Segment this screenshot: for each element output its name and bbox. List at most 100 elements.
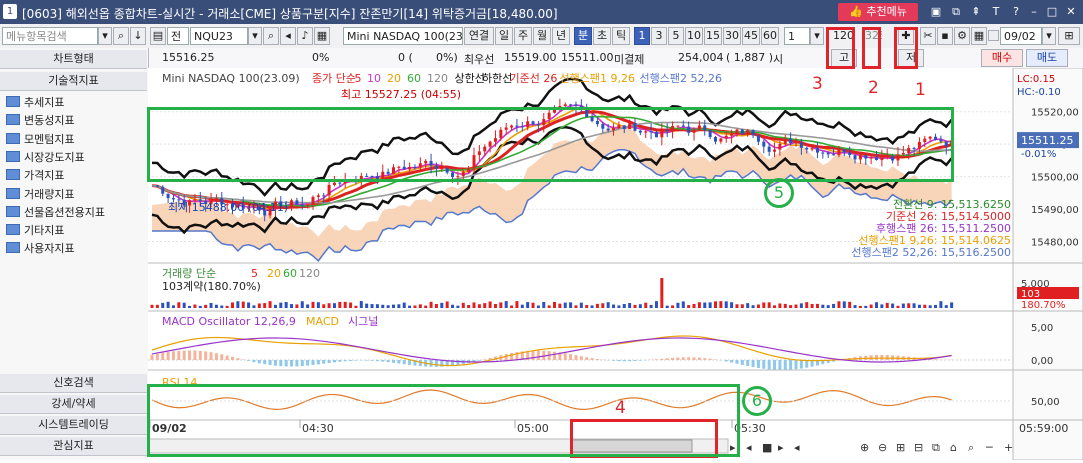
chart-type-header[interactable]: 차트형태 <box>0 50 147 69</box>
window-copy-icon[interactable]: ⧉ <box>948 4 964 20</box>
interval-btn-1[interactable]: 3 <box>651 27 667 45</box>
volume-bar <box>644 303 647 308</box>
interval-btn-4[interactable]: 15 <box>704 27 722 45</box>
macd-oscillator-bar <box>687 357 690 360</box>
annotation-number-3: 3 <box>812 74 823 94</box>
interval-btn-6[interactable]: 45 <box>742 27 760 45</box>
interval-btn-0[interactable]: 1 <box>634 27 650 45</box>
volume-bar <box>945 305 948 308</box>
zoom-control-6: ⌕ <box>968 441 974 454</box>
period-btn-3[interactable]: 월 <box>533 27 551 45</box>
interval-btn-5[interactable]: 30 <box>723 27 741 45</box>
grid-view-icon[interactable]: ⊞ <box>1058 27 1080 45</box>
last-price: 15516.25 <box>162 51 215 64</box>
watch-indicator-button[interactable]: 관심지표 <box>0 437 147 456</box>
maximize-icon[interactable]: □ <box>1044 4 1060 20</box>
volume-bar <box>864 306 867 308</box>
macd-oscillator-bar <box>698 358 701 360</box>
main-legend-0: 종가 단순 <box>312 72 356 85</box>
macd-oscillator-bar <box>328 360 331 363</box>
period-btn-1[interactable]: 일 <box>495 27 513 45</box>
pin-icon[interactable]: ⇞ <box>968 4 984 20</box>
period-btn-6[interactable]: 초 <box>593 27 611 45</box>
symbol-search-icon[interactable]: ⌕ <box>263 27 279 45</box>
indicator-folder-6[interactable]: 선물옵션전용지표 <box>6 204 105 222</box>
macd-oscillator-bar <box>215 353 218 360</box>
volume-bar <box>929 305 932 308</box>
macd-legend-1: 시그널 <box>348 315 378 328</box>
interval-btn-7[interactable]: 60 <box>761 27 779 45</box>
volume-bar <box>515 301 518 308</box>
menu-search-dropdown-icon[interactable]: ▾ <box>98 27 112 45</box>
macd-oscillator-bar <box>317 360 320 364</box>
volume-bar <box>231 302 234 308</box>
search-icon[interactable]: ⌕ <box>113 27 129 45</box>
indicator-folder-2[interactable]: 모멘텀지표 <box>6 131 75 149</box>
prev-symbol-icon[interactable]: ◂ <box>280 27 296 45</box>
macd-oscillator-bar <box>735 360 738 364</box>
save-icon[interactable]: ▪ <box>937 27 953 45</box>
signal-search-button[interactable]: 신호검색 <box>0 374 147 393</box>
chart-type-icon[interactable]: ▤ <box>150 27 166 45</box>
volume-bar <box>440 303 443 308</box>
scissors-icon[interactable]: ✂ <box>920 27 936 45</box>
interval-btn-3[interactable]: 10 <box>685 27 703 45</box>
help-icon[interactable]: ? <box>1008 4 1024 20</box>
indicator-folder-label: 선물옵션전용지표 <box>24 206 105 219</box>
sell-button[interactable]: 매도 <box>1026 49 1068 67</box>
menu-search-input[interactable]: 메뉴항목검색 <box>2 27 98 45</box>
indicator-folder-4[interactable]: 가격지표 <box>6 167 64 185</box>
symbol-input[interactable]: NQU23 <box>190 27 248 45</box>
interval-value-input[interactable]: 1 <box>784 27 810 45</box>
folder-icon <box>6 188 20 199</box>
macd-oscillator-bar <box>778 360 781 370</box>
volume-bar <box>821 305 824 308</box>
calendar-icon[interactable]: ▦ <box>971 27 987 45</box>
period-btn-2[interactable]: 주 <box>514 27 532 45</box>
minimize-icon[interactable]: – <box>1026 4 1042 20</box>
indicator-folder-3[interactable]: 시장강도지표 <box>6 149 85 167</box>
period-btn-4[interactable]: 년 <box>552 27 570 45</box>
sound-icon[interactable]: ♪ <box>297 27 313 45</box>
recommend-menu-button[interactable]: 👍 추천메뉴 <box>838 3 918 21</box>
indicator-folder-0[interactable]: 추세지표 <box>6 94 64 112</box>
period-btn-7[interactable]: 틱 <box>612 27 630 45</box>
gear-icon[interactable]: ⚙ <box>954 27 970 45</box>
period-btn-5[interactable]: 분 <box>574 27 592 45</box>
calculator-icon[interactable]: ▦ <box>314 27 330 45</box>
playback-control-4: ◂ <box>794 441 800 454</box>
volume-legend-0: 5 <box>251 267 258 280</box>
technical-indicator-header[interactable]: 기술적지표 <box>0 72 147 91</box>
window-split-icon[interactable]: ▣ <box>928 4 944 20</box>
symbol-dropdown-icon[interactable]: ▾ <box>248 27 262 45</box>
indicator-folder-7[interactable]: 기타지표 <box>6 222 64 240</box>
date-dropdown-icon[interactable]: ▾ <box>1042 27 1056 45</box>
volume-bar <box>349 303 352 308</box>
font-size-icon[interactable]: T <box>988 4 1004 20</box>
arrow-down-icon[interactable]: ↓ <box>130 27 146 45</box>
strength-weakness-button[interactable]: 강세/약세 <box>0 395 147 414</box>
indicator-folder-1[interactable]: 변동성지표 <box>6 112 75 130</box>
macd-oscillator-bar <box>875 355 878 360</box>
date-input[interactable]: 09/02 <box>1000 27 1042 45</box>
volume-bar <box>397 304 400 308</box>
hc-label: HC:-0.10 <box>1017 87 1061 98</box>
volume-bar <box>252 305 255 308</box>
volume-bar <box>569 302 572 308</box>
volume-bar <box>274 305 277 308</box>
mode-select[interactable]: 전 <box>167 27 189 45</box>
buy-button[interactable]: 매수 <box>981 49 1023 67</box>
close-icon[interactable]: ✕ <box>1063 4 1079 20</box>
interval-btn-2[interactable]: 5 <box>668 27 684 45</box>
date-checkbox[interactable] <box>988 30 999 41</box>
macd-oscillator-bar <box>591 358 594 360</box>
system-trading-button[interactable]: 시스템트레이딩 <box>0 416 147 435</box>
indicator-folder-5[interactable]: 거래량지표 <box>6 186 75 204</box>
candle-body <box>569 104 572 105</box>
volume-legend-3: 120 <box>299 267 320 280</box>
indicator-folder-8[interactable]: 사용자지표 <box>6 240 75 258</box>
period-btn-0[interactable]: 연결 <box>464 27 494 45</box>
interval-dropdown-icon[interactable]: ▾ <box>810 27 824 45</box>
macd-oscillator-bar <box>371 360 374 361</box>
open-interest-label: 미결제 <box>614 51 644 67</box>
